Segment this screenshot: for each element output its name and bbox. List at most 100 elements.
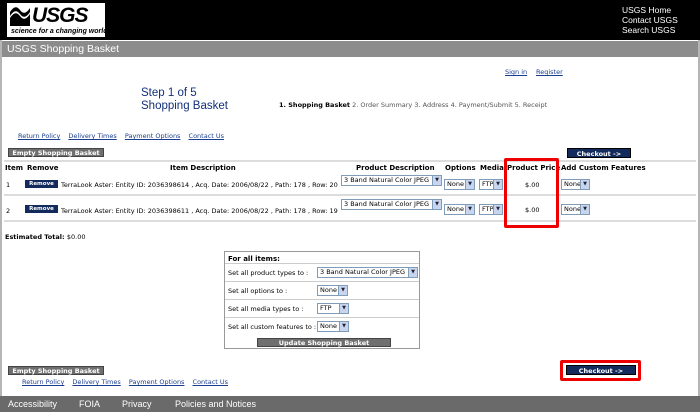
item-description: TerraLook Aster: Entity ID: 2036398611 ,… — [61, 207, 338, 215]
step-order-summary: 2. Order Summary — [352, 101, 413, 109]
accessibility-link[interactable]: Accessibility — [8, 399, 57, 409]
step-shopping-basket: 1. Shopping Basket — [279, 101, 350, 109]
bulk-product-type-select[interactable]: 3 Band Natural Color JPEG ▼ — [317, 267, 418, 278]
help-links-bottom: Return Policy Delivery Times Payment Opt… — [22, 378, 234, 386]
contact-usgs-link[interactable]: Contact USGS — [622, 15, 678, 25]
payment-options-link[interactable]: Payment Options — [129, 378, 185, 386]
return-policy-link[interactable]: Return Policy — [18, 132, 60, 140]
bulk-label: Set all custom features to : — [228, 323, 317, 331]
chevron-down-icon: ▼ — [432, 200, 441, 209]
media-select[interactable]: FTP ▼ — [479, 179, 503, 190]
col-options: Options — [445, 164, 476, 172]
options-value: None — [447, 205, 464, 213]
contact-us-link[interactable]: Contact Us — [189, 132, 225, 140]
bulk-custom-value: None — [320, 322, 337, 330]
bulk-row-media: Set all media types to : FTP ▼ — [225, 299, 419, 317]
bulk-media-select[interactable]: FTP ▼ — [317, 303, 349, 314]
chevron-down-icon: ▼ — [465, 205, 474, 214]
step-payment: 4. Payment/Submit — [450, 101, 513, 109]
col-media: Media — [480, 164, 504, 172]
row-divider — [4, 194, 696, 196]
col-item-description: Item Description — [170, 164, 236, 172]
step-count: Step 1 of 5 — [141, 87, 197, 99]
delivery-times-link[interactable]: Delivery Times — [72, 378, 120, 386]
bulk-product-type-value: 3 Band Natural Color JPEG — [320, 268, 406, 276]
title-bar: USGS Shopping Basket — [2, 41, 698, 57]
options-value: None — [447, 180, 464, 188]
options-select[interactable]: None ▼ — [444, 204, 475, 215]
footer-bar: Accessibility FOIA Privacy Policies and … — [0, 396, 700, 412]
help-links-top: Return Policy Delivery Times Payment Opt… — [18, 132, 230, 140]
chevron-down-icon: ▼ — [493, 205, 502, 214]
page-title: USGS Shopping Basket — [7, 43, 120, 55]
item-number: 2 — [6, 207, 11, 215]
header-links: USGS Home Contact USGS Search USGS — [622, 5, 678, 35]
register-link[interactable]: Register — [536, 68, 563, 76]
col-custom-features: Add Custom Features — [561, 164, 646, 172]
media-select[interactable]: FTP ▼ — [479, 204, 503, 215]
chevron-down-icon: ▼ — [338, 286, 347, 295]
payment-options-link[interactable]: Payment Options — [125, 132, 181, 140]
bulk-media-value: FTP — [320, 304, 332, 312]
custom-features-select[interactable]: None ▼ — [561, 204, 590, 215]
media-value: FTP — [482, 180, 494, 188]
chevron-down-icon: ▼ — [339, 322, 348, 331]
remove-button[interactable]: Remove — [25, 180, 58, 188]
item-number: 1 — [6, 181, 11, 189]
custom-features-value: None — [564, 205, 581, 213]
product-type-value: 3 Band Natural Color JPEG — [344, 176, 430, 184]
usgs-header: USGS science for a changing world USGS H… — [0, 0, 700, 40]
logo-tagline: science for a changing world — [11, 28, 108, 35]
usgs-wave-icon — [10, 7, 30, 26]
chevron-down-icon: ▼ — [339, 304, 348, 313]
bulk-label: Set all media types to : — [228, 305, 304, 313]
search-usgs-link[interactable]: Search USGS — [622, 25, 678, 35]
price-column-highlight — [504, 158, 559, 228]
logo-text: USGS — [32, 4, 89, 27]
update-basket-button[interactable]: Update Shopping Basket — [257, 338, 391, 347]
product-type-select[interactable]: 3 Band Natural Color JPEG ▼ — [341, 199, 442, 210]
return-policy-link[interactable]: Return Policy — [22, 378, 64, 386]
custom-features-value: None — [564, 180, 581, 188]
empty-basket-button-bottom[interactable]: Empty Shopping Basket — [8, 366, 104, 375]
media-value: FTP — [482, 205, 494, 213]
checkout-button-bottom[interactable]: Checkout -> — [566, 365, 636, 375]
bulk-row-product-type: Set all product types to : 3 Band Natura… — [225, 263, 419, 281]
usgs-home-link[interactable]: USGS Home — [622, 5, 678, 15]
bulk-update-panel: For all items: Set all product types to … — [224, 251, 420, 349]
contact-us-link[interactable]: Contact Us — [193, 378, 229, 386]
chevron-down-icon: ▼ — [580, 180, 589, 189]
estimated-total-label: Estimated Total: — [5, 233, 65, 241]
bulk-label: Set all options to : — [228, 287, 288, 295]
bulk-row-options: Set all options to : None ▼ — [225, 281, 419, 299]
chevron-down-icon: ▼ — [408, 268, 417, 277]
step-name: Shopping Basket — [141, 100, 228, 112]
policies-link[interactable]: Policies and Notices — [175, 399, 256, 409]
col-item: Item — [5, 164, 23, 172]
chevron-down-icon: ▼ — [493, 180, 502, 189]
product-type-select[interactable]: 3 Band Natural Color JPEG ▼ — [341, 175, 442, 186]
usgs-logo[interactable]: USGS science for a changing world — [6, 2, 108, 38]
bulk-label: Set all product types to : — [228, 269, 309, 277]
product-type-value: 3 Band Natural Color JPEG — [344, 200, 430, 208]
col-remove: Remove — [27, 164, 59, 172]
sign-in-link[interactable]: Sign in — [505, 68, 527, 76]
bulk-options-value: None — [320, 286, 337, 294]
chevron-down-icon: ▼ — [432, 176, 441, 185]
options-select[interactable]: None ▼ — [444, 179, 475, 190]
delivery-times-link[interactable]: Delivery Times — [68, 132, 116, 140]
row-divider — [4, 220, 696, 222]
bulk-options-select[interactable]: None ▼ — [317, 285, 348, 296]
foia-link[interactable]: FOIA — [79, 399, 100, 409]
col-product-description: Product Description — [356, 164, 435, 172]
estimated-total-value: $0.00 — [66, 233, 86, 241]
step-heading: Step 1 of 5 Shopping Basket — [141, 87, 228, 113]
privacy-link[interactable]: Privacy — [122, 399, 152, 409]
custom-features-select[interactable]: None ▼ — [561, 179, 590, 190]
bulk-row-custom: Set all custom features to : None ▼ — [225, 317, 419, 335]
empty-basket-button[interactable]: Empty Shopping Basket — [8, 148, 104, 157]
remove-button[interactable]: Remove — [25, 205, 58, 213]
bulk-custom-select[interactable]: None ▼ — [317, 321, 349, 332]
step-address: 3. Address — [414, 101, 449, 109]
checkout-button[interactable]: Checkout -> — [567, 148, 631, 158]
